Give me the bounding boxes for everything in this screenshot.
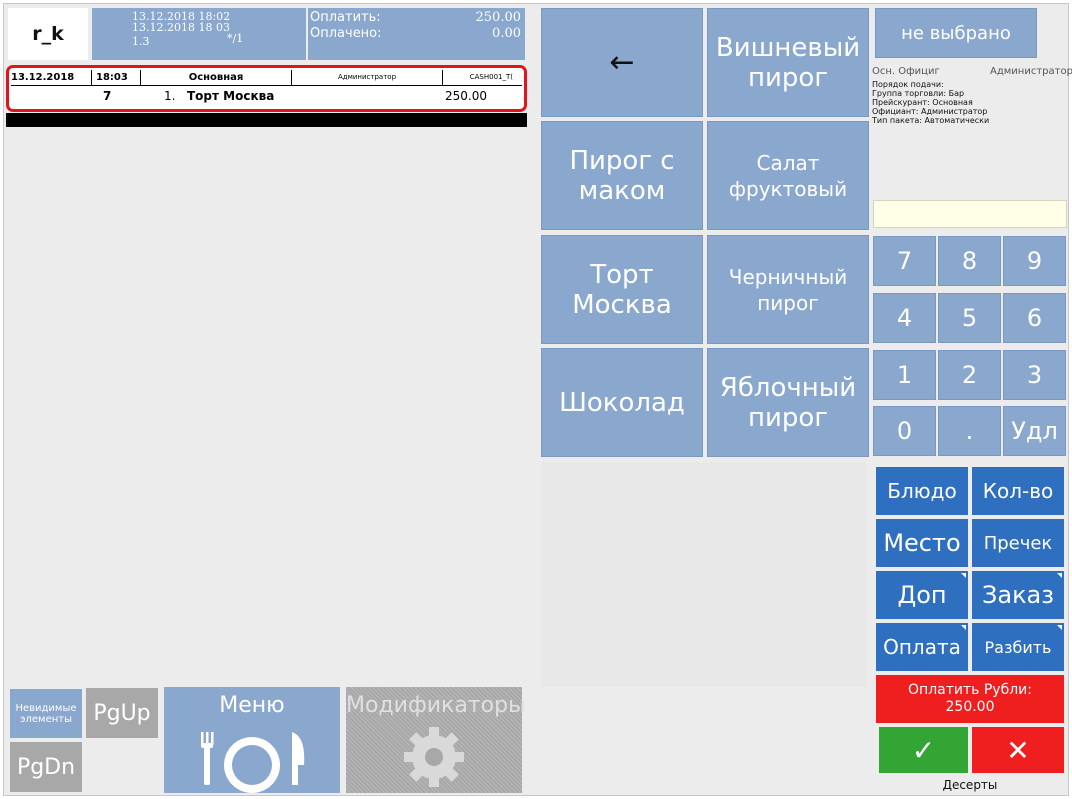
extra-label: Доп bbox=[897, 581, 947, 609]
order-info-panel: 13.12.2018 18:02 13.12.2018 18 03 1.3 */… bbox=[92, 8, 306, 60]
submenu-indicator-icon bbox=[1057, 573, 1062, 578]
order-header-row: 13.12.2018 18:03 Основная Администратор … bbox=[11, 70, 522, 86]
tile-apple-pie[interactable]: Яблочный пирог bbox=[707, 348, 869, 457]
split-label: Разбить bbox=[984, 637, 1052, 657]
extra-button[interactable]: Доп bbox=[876, 571, 968, 619]
precheck-button[interactable]: Пречек bbox=[972, 519, 1064, 567]
checkmark-icon: ✓ bbox=[911, 733, 936, 767]
key-4[interactable]: 4 bbox=[873, 293, 936, 343]
order-name: Основная bbox=[141, 70, 292, 85]
paid-label: Оплачено: bbox=[310, 26, 382, 41]
tile-fruit-salad[interactable]: Салат фруктовый bbox=[707, 121, 869, 230]
order-line[interactable]: 7 1. Торт Москва 250.00 bbox=[11, 87, 522, 105]
guest-selector[interactable]: не выбрано bbox=[875, 8, 1037, 58]
key-2[interactable]: 2 bbox=[938, 350, 1001, 400]
confirm-button[interactable]: ✓ bbox=[879, 727, 968, 773]
order-qty: 7 bbox=[103, 89, 112, 103]
key-3[interactable]: 3 bbox=[1003, 350, 1066, 400]
order-item-name: Торт Москва bbox=[187, 89, 275, 103]
key-0[interactable]: 0 bbox=[873, 406, 936, 456]
detail-line: Прейскурант: Основная bbox=[872, 98, 973, 107]
payment-button[interactable]: Оплата bbox=[876, 623, 968, 671]
submenu-indicator-icon bbox=[961, 573, 966, 578]
category-label: Десерты bbox=[942, 778, 998, 792]
detail-line: Официант: Администратор bbox=[872, 107, 988, 116]
tile-poppy-pie[interactable]: Пирог с маком bbox=[541, 121, 703, 230]
detail-line: Группа торговли: Бар bbox=[872, 89, 965, 98]
split-button[interactable]: Разбить bbox=[972, 623, 1064, 671]
submenu-indicator-icon bbox=[961, 625, 966, 630]
table-code: */1 bbox=[227, 32, 244, 45]
details-list: Порядок подачи: Группа торговли: Бар Пре… bbox=[872, 80, 989, 125]
quantity-input[interactable] bbox=[873, 200, 1067, 228]
key-delete[interactable]: Удл bbox=[1003, 406, 1066, 456]
detail-line: Порядок подачи: bbox=[872, 80, 944, 89]
order-label: Заказ bbox=[981, 581, 1055, 609]
dish-button[interactable]: Блюдо bbox=[876, 467, 968, 515]
pay-rubles-button[interactable]: Оплатить Рубли: 250.00 bbox=[876, 675, 1064, 723]
paid-value: 0.00 bbox=[492, 26, 521, 41]
app-logo: r_k bbox=[8, 8, 88, 60]
empty-area bbox=[541, 462, 866, 687]
tile-moscow-cake[interactable]: Торт Москва bbox=[541, 235, 703, 344]
order-index: 1. bbox=[164, 89, 176, 103]
invisible-elements-button[interactable]: Невидимые элементы bbox=[10, 689, 82, 738]
payment-label: Оплата bbox=[883, 635, 961, 659]
order-button[interactable]: Заказ bbox=[972, 571, 1064, 619]
order-role: Администратор bbox=[292, 70, 443, 85]
waiter-label: Осн. Официг bbox=[872, 66, 940, 77]
pay-rubles-label: Оплатить Рубли: bbox=[908, 682, 1032, 698]
key-9[interactable]: 9 bbox=[1003, 236, 1066, 286]
tile-blueberry-pie[interactable]: Черничный пирог bbox=[707, 235, 869, 344]
payment-summary: Оплатить: 250.00 Оплачено: 0.00 bbox=[308, 8, 525, 60]
place-button[interactable]: Место bbox=[876, 519, 968, 567]
order-time: 18:03 bbox=[92, 70, 141, 85]
detail-line: Тип пакета: Автоматически bbox=[872, 116, 990, 125]
info-line-3: 1.3 */1 bbox=[132, 32, 306, 47]
gear-icon bbox=[404, 727, 464, 787]
submenu-indicator-icon bbox=[1057, 625, 1062, 630]
cancel-button[interactable]: ✕ bbox=[972, 727, 1064, 773]
key-6[interactable]: 6 bbox=[1003, 293, 1066, 343]
key-8[interactable]: 8 bbox=[938, 236, 1001, 286]
waiter-role: Администратор bbox=[990, 66, 1072, 77]
menu-button[interactable]: Меню bbox=[164, 687, 340, 793]
order-item-price: 250.00 bbox=[445, 89, 487, 103]
plate-icon bbox=[201, 732, 305, 793]
cross-icon: ✕ bbox=[1006, 733, 1030, 767]
key-7[interactable]: 7 bbox=[873, 236, 936, 286]
tile-chocolate[interactable]: Шоколад bbox=[541, 348, 703, 457]
modifiers-button[interactable]: Модификаторы bbox=[346, 687, 525, 793]
order-station: CASH001_T( bbox=[469, 73, 513, 81]
key-5[interactable]: 5 bbox=[938, 293, 1001, 343]
back-button[interactable]: ← bbox=[541, 8, 703, 117]
version-text: 1.3 bbox=[132, 35, 150, 48]
to-pay-value: 250.00 bbox=[475, 10, 522, 25]
order-details: Осн. Официг Администратор Порядок подачи… bbox=[870, 60, 1072, 170]
key-dot[interactable]: . bbox=[938, 406, 1001, 456]
current-datetime: 13.12.2018 18 03 bbox=[132, 21, 230, 34]
tile-cherry-pie[interactable]: Вишневый пирог bbox=[707, 8, 869, 117]
to-pay-label: Оплатить: bbox=[310, 10, 381, 25]
quantity-button[interactable]: Кол-во bbox=[972, 467, 1064, 515]
pay-rubles-amount: 250.00 bbox=[945, 699, 995, 715]
order-date: 13.12.2018 bbox=[11, 70, 92, 85]
order-highlight[interactable]: 13.12.2018 18:03 Основная Администратор … bbox=[6, 65, 527, 112]
page-up-button[interactable]: PgUp bbox=[86, 688, 158, 738]
page-down-button[interactable]: PgDn bbox=[10, 742, 82, 792]
order-footer-bar bbox=[6, 113, 527, 127]
key-1[interactable]: 1 bbox=[873, 350, 936, 400]
